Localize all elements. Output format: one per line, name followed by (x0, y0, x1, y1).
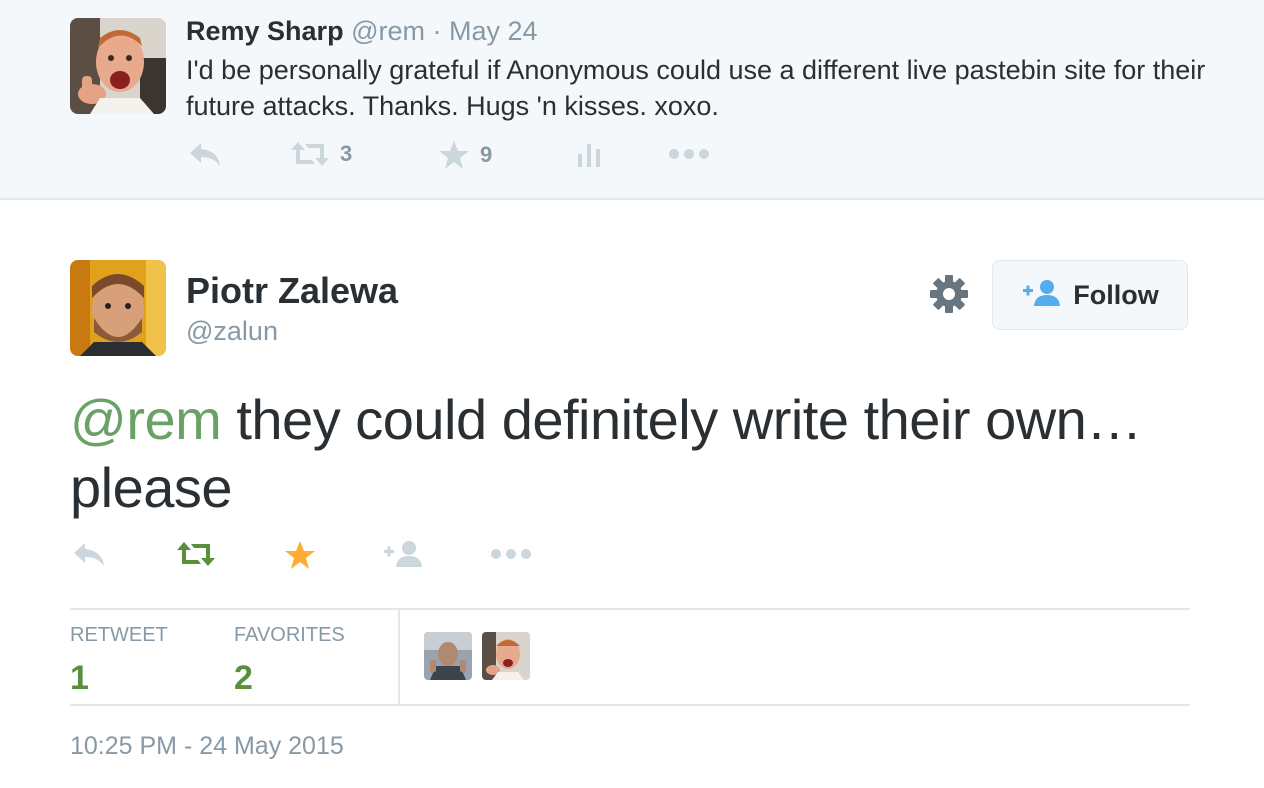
reply-icon (188, 140, 222, 168)
reply-icon (72, 540, 106, 568)
author-name[interactable]: Remy Sharp (186, 16, 344, 46)
favorites-stat-value: 2 (234, 659, 253, 697)
favorite-button[interactable]: 9 (438, 140, 492, 170)
separator-dot: · (432, 16, 442, 46)
favorite-count: 9 (480, 142, 493, 167)
parent-tweet-text: I'd be personally grateful if Anonymous … (186, 55, 1206, 121)
follow-action-button[interactable] (382, 540, 424, 568)
favorite-button[interactable] (284, 540, 316, 570)
tweet-stats: RETWEET 1 FAVORITES 2 (70, 608, 1190, 706)
remy-sharp-avatar[interactable] (70, 18, 166, 114)
stats-divider (398, 610, 400, 704)
reply-button[interactable] (188, 140, 222, 168)
reply-button[interactable] (72, 540, 106, 568)
author-name[interactable]: Piotr Zalewa (186, 270, 398, 312)
retweet-stat[interactable]: RETWEET 1 (70, 624, 168, 698)
favoriter-avatar[interactable] (482, 632, 530, 680)
retweet-icon (290, 140, 330, 168)
analytics-icon (576, 140, 602, 168)
retweet-stat-label: RETWEET (70, 624, 168, 646)
parent-tweet-header: Remy Sharp @rem · May 24 (186, 16, 538, 47)
more-icon (668, 140, 710, 168)
follow-button[interactable]: Follow (992, 260, 1188, 330)
more-icon (490, 540, 532, 568)
more-button[interactable] (490, 540, 532, 568)
tweet-timestamp[interactable]: 10:25 PM - 24 May 2015 (70, 732, 344, 761)
more-button[interactable] (668, 140, 710, 168)
piotr-zalewa-avatar[interactable] (70, 260, 166, 356)
retweet-stat-value: 1 (70, 659, 89, 697)
favorites-stat[interactable]: FAVORITES 2 (234, 624, 345, 698)
star-icon (284, 540, 316, 570)
author-handle[interactable]: @rem (351, 16, 425, 46)
tweet-text-body: they could definitely write their own… p… (70, 388, 1142, 519)
follow-icon (382, 540, 424, 568)
tweet-date[interactable]: May 24 (449, 16, 538, 46)
favorites-stat-label: FAVORITES (234, 624, 345, 646)
tweet-text: @rem they could definitely write their o… (70, 386, 1210, 522)
retweet-button[interactable] (176, 540, 216, 568)
follow-label: Follow (1073, 279, 1159, 310)
analytics-button[interactable] (576, 140, 602, 168)
mention-link[interactable]: @rem (70, 388, 222, 451)
favoriter-avatar[interactable] (424, 632, 472, 680)
user-actions-button[interactable] (928, 273, 970, 315)
star-icon (438, 140, 470, 170)
parent-tweet: Remy Sharp @rem · May 24 I'd be personal… (0, 0, 1264, 200)
retweet-count: 3 (340, 141, 353, 166)
author-handle[interactable]: @zalun (186, 316, 278, 347)
retweet-button[interactable]: 3 (290, 140, 352, 168)
gear-icon (928, 275, 970, 319)
retweet-icon (176, 540, 216, 568)
follow-user-icon (1021, 279, 1061, 312)
